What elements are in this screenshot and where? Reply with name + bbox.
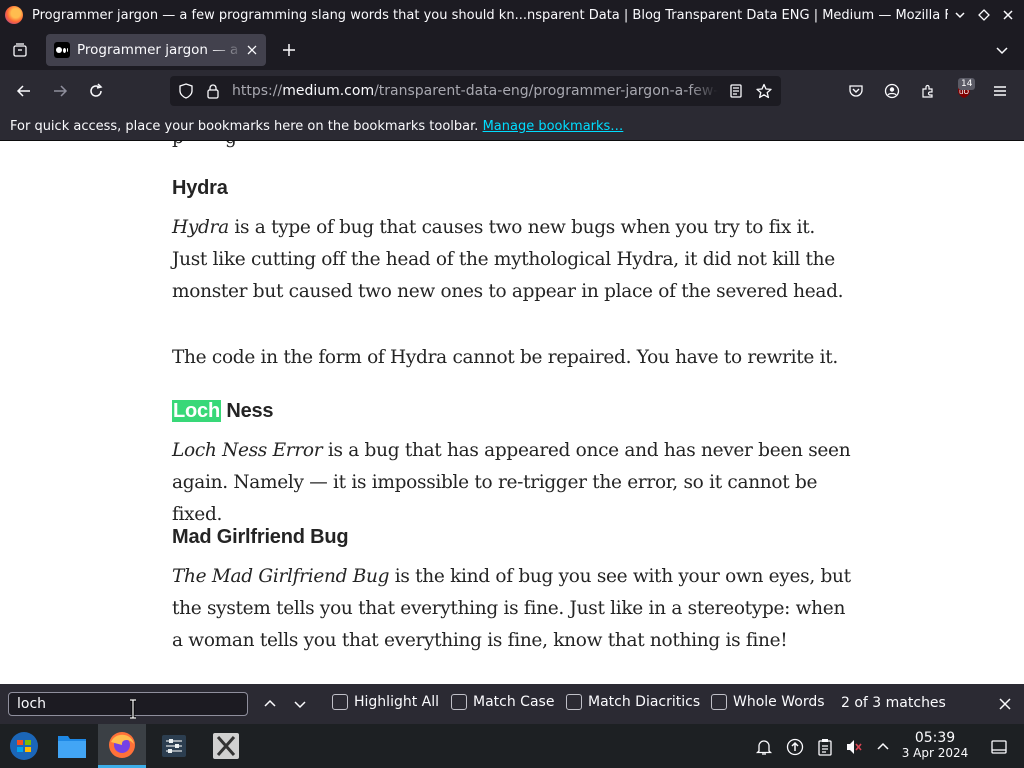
clipboard-icon[interactable]: [814, 736, 836, 758]
url-text[interactable]: https://medium.com/transparent-data-eng/…: [232, 76, 718, 106]
hamburger-menu-icon[interactable]: [986, 77, 1014, 105]
paragraph-loch-ness: Loch Ness Error is a bug that has appear…: [172, 435, 852, 531]
heading-mad-girlfriend: Mad Girlfriend Bug: [172, 526, 349, 548]
term-mad-girlfriend: The Mad Girlfriend Bug: [172, 566, 390, 587]
match-case-checkbox[interactable]: Match Case: [451, 694, 554, 710]
forward-icon[interactable]: [46, 77, 74, 105]
tab-close-icon[interactable]: [244, 42, 260, 58]
notifications-bell-icon[interactable]: [753, 736, 775, 758]
checkbox-icon: [332, 694, 348, 710]
paragraph-hydra-note: The code in the form of Hydra cannot be …: [172, 347, 838, 368]
clock[interactable]: 05:39 3 Apr 2024: [898, 731, 972, 761]
taskbar: 05:39 3 Apr 2024: [0, 724, 1024, 768]
clipped-text-line: p g: [172, 141, 237, 148]
option-label: Match Case: [473, 694, 555, 710]
paragraph-hydra-definition: Hydra is a type of bug that causes two n…: [172, 212, 852, 308]
start-menu-icon[interactable]: [0, 724, 48, 768]
minimize-icon[interactable]: [948, 3, 972, 27]
option-label: Whole Words: [733, 694, 825, 710]
pocket-icon[interactable]: [842, 77, 870, 105]
option-label: Highlight All: [354, 694, 440, 710]
option-label: Match Diacritics: [588, 694, 701, 710]
firefox-taskbar-icon[interactable]: [98, 724, 146, 768]
manage-bookmarks-link[interactable]: Manage bookmarks…: [483, 119, 624, 134]
page-content: p g Hydra Hydra is a type of bug that ca…: [0, 141, 1024, 684]
checkbox-icon: [566, 694, 582, 710]
checkbox-icon: [711, 694, 727, 710]
window-title: Programmer jargon — a few programming sl…: [32, 7, 948, 23]
url-host: medium.com: [282, 83, 375, 99]
url-scheme: https://: [232, 83, 283, 99]
whole-words-checkbox[interactable]: Whole Words: [711, 694, 825, 710]
tab-active[interactable]: Programmer jargon — a few programming sl…: [46, 34, 266, 66]
tracking-protection-shield-icon[interactable]: [178, 83, 194, 103]
window-titlebar: Programmer jargon — a few programming sl…: [0, 0, 1024, 30]
bookmark-star-icon[interactable]: [756, 83, 772, 103]
reload-icon[interactable]: [82, 77, 110, 105]
window-controls: [948, 3, 1020, 27]
extension-badge: 14: [958, 78, 976, 90]
volume-muted-icon[interactable]: [843, 736, 865, 758]
find-bar: Highlight All Match Case Match Diacritic…: [0, 684, 1024, 724]
tray-expand-icon[interactable]: [872, 736, 894, 758]
heading-text: Ness: [220, 400, 274, 422]
tab-title: Programmer jargon — a few programming sl…: [77, 42, 244, 58]
tab-list-icon[interactable]: [8, 38, 32, 62]
text-cursor-icon: [130, 699, 136, 719]
heading-loch-ness: Loch Ness: [172, 400, 274, 423]
reader-view-icon[interactable]: [728, 83, 744, 103]
term-hydra: Hydra: [172, 217, 229, 238]
lock-icon[interactable]: [205, 83, 221, 103]
highlight-all-checkbox[interactable]: Highlight All: [332, 694, 439, 710]
list-all-tabs-icon[interactable]: [990, 38, 1014, 62]
bookmarks-hint: For quick access, place your bookmarks h…: [10, 119, 479, 134]
find-status: 2 of 3 matches: [841, 695, 946, 711]
show-desktop-icon[interactable]: [988, 736, 1010, 758]
account-icon[interactable]: [878, 77, 906, 105]
url-bar[interactable]: https://medium.com/transparent-data-eng/…: [170, 76, 781, 106]
firefox-logo-icon: [5, 6, 23, 24]
term-loch-ness: Loch Ness Error: [172, 440, 323, 461]
updates-icon[interactable]: [784, 736, 806, 758]
mixer-settings-icon[interactable]: [150, 724, 198, 768]
paragraph-mad-girlfriend: The Mad Girlfriend Bug is the kind of bu…: [172, 561, 852, 657]
find-highlight: Loch: [172, 400, 221, 422]
match-diacritics-checkbox[interactable]: Match Diacritics: [566, 694, 700, 710]
back-icon[interactable]: [10, 77, 38, 105]
x-application-icon[interactable]: [202, 724, 250, 768]
url-path: /transparent-data-eng/programmer-jargon-…: [374, 83, 718, 99]
paragraph-text: is a type of bug that causes two new bug…: [172, 217, 844, 302]
checkbox-icon: [451, 694, 467, 710]
bookmarks-toolbar: For quick access, place your bookmarks h…: [0, 112, 1024, 141]
clock-time: 05:39: [914, 730, 956, 746]
maximize-icon[interactable]: [972, 3, 996, 27]
close-window-icon[interactable]: [996, 3, 1020, 27]
heading-hydra: Hydra: [172, 177, 228, 199]
find-previous-icon[interactable]: [258, 692, 282, 716]
close-findbar-icon[interactable]: [993, 692, 1017, 716]
clock-date: 3 Apr 2024: [901, 746, 969, 760]
navigation-toolbar: https://medium.com/transparent-data-eng/…: [0, 70, 1024, 112]
medium-favicon-icon: [54, 42, 70, 58]
file-manager-icon[interactable]: [48, 724, 96, 768]
find-next-icon[interactable]: [288, 692, 312, 716]
extensions-icon[interactable]: [914, 77, 942, 105]
tab-bar: Programmer jargon — a few programming sl…: [0, 30, 1024, 70]
new-tab-icon[interactable]: [277, 38, 301, 62]
